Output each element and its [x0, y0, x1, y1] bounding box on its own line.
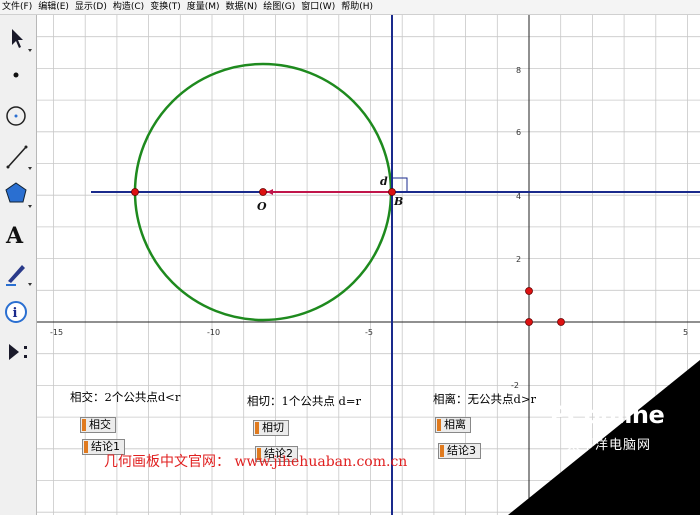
menu-window[interactable]: 窗口(W) [299, 0, 339, 14]
text-tool-icon[interactable]: A [2, 217, 32, 251]
svg-text:A: A [5, 223, 24, 249]
compass-tool-icon[interactable] [2, 99, 32, 133]
menu-display[interactable]: 显示(D) [73, 0, 111, 14]
website-footer: 几何画板中文官网： www.jihehuaban.com.cn [104, 454, 408, 470]
x-tick-label: -15 [50, 328, 63, 337]
point-origin[interactable] [525, 318, 533, 326]
information-tool-icon[interactable]: i [2, 295, 32, 329]
tangent-heading: 相切：1个公共点 d=r [247, 394, 361, 408]
tangent-button[interactable]: 相切 [253, 420, 289, 436]
menu-graph[interactable]: 绘图(G) [261, 0, 299, 14]
intersect-heading: 相交：2个公共点d<r [70, 390, 181, 404]
line-tool-icon[interactable] [2, 139, 32, 173]
x-tick-label: -5 [365, 328, 373, 337]
y-tick-label: 2 [516, 255, 521, 264]
y-tick-labels: 8 6 4 2 -2 [511, 66, 521, 390]
label-b: B [393, 195, 403, 208]
point-on-x-axis[interactable] [557, 318, 565, 326]
intersect-button[interactable]: 相交 [80, 417, 116, 433]
label-o: O [257, 200, 267, 213]
separate-button[interactable]: 相离 [435, 417, 471, 433]
y-tick-label: -2 [511, 381, 519, 390]
x-tick-label: 5 [683, 328, 688, 337]
point-on-y-axis[interactable] [525, 287, 533, 295]
separate-heading: 相离：无公共点d>r [433, 392, 536, 406]
y-tick-label: 4 [516, 192, 521, 201]
menu-file[interactable]: 文件(F) [0, 0, 36, 14]
arrow-marker [267, 189, 273, 195]
y-tick-label: 6 [516, 128, 521, 137]
point-tool-icon[interactable] [2, 59, 32, 93]
svg-text:i: i [13, 306, 18, 321]
menu-edit[interactable]: 编辑(E) [36, 0, 73, 14]
menu-transform[interactable]: 变换(T) [148, 0, 185, 14]
conclusion-3-button[interactable]: 结论3 [438, 443, 481, 459]
intersection-point[interactable] [131, 188, 139, 196]
arrow-select-icon[interactable] [2, 21, 32, 55]
custom-tool-icon[interactable] [2, 335, 32, 369]
tool-palette: A i [0, 15, 37, 515]
menu-help[interactable]: 帮助(H) [339, 0, 377, 14]
x-tick-label: -10 [207, 328, 220, 337]
marker-tool-icon[interactable] [2, 255, 32, 289]
menu-bar: 文件(F) 编辑(E) 显示(D) 构造(C) 变换(T) 度量(M) 数据(N) 绘图(G)… [0, 0, 700, 15]
point-o[interactable] [259, 188, 267, 196]
menu-data[interactable]: 数据(N) [224, 0, 262, 14]
menu-construct[interactable]: 构造(C) [111, 0, 148, 14]
menu-measure[interactable]: 度量(M) [185, 0, 224, 14]
polygon-tool-icon[interactable] [2, 177, 32, 211]
label-d: d [380, 175, 388, 188]
y-tick-label: 8 [516, 66, 521, 75]
watermark-logo: PConline [549, 401, 665, 429]
watermark-subtitle: 太平洋电脑网 [566, 438, 651, 453]
